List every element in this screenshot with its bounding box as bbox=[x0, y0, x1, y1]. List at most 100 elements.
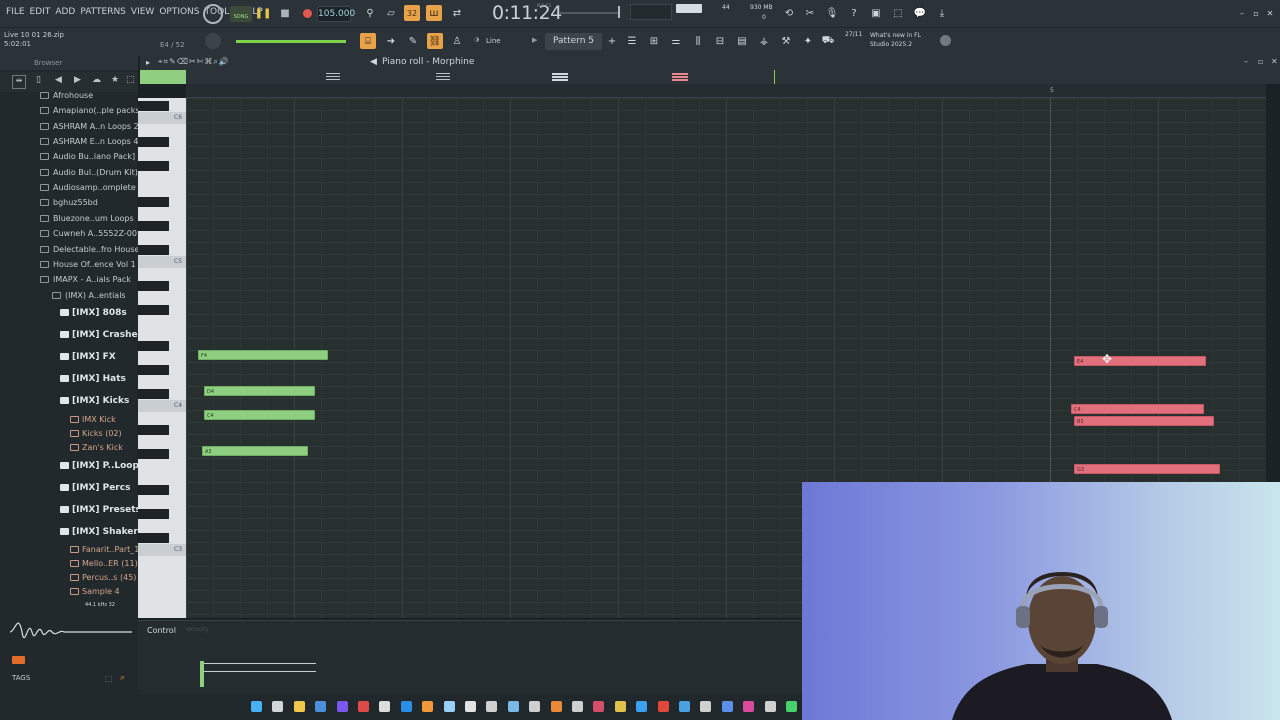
step-edit-button[interactable]: ш bbox=[426, 5, 442, 21]
time-display[interactable]: 0:11:24 bbox=[492, 2, 562, 24]
piano-keyboard[interactable]: C6 C5 C4 C3 bbox=[138, 98, 186, 618]
tools-icon[interactable]: ⚒ bbox=[778, 33, 794, 49]
taskbar-app-icon[interactable] bbox=[721, 701, 733, 712]
tags-label[interactable]: TAGS bbox=[12, 674, 30, 682]
browser-back-icon[interactable]: ◀ bbox=[55, 75, 62, 85]
black-key[interactable] bbox=[138, 197, 169, 207]
piano-roll-toggle-icon[interactable]: ⌸ bbox=[360, 33, 376, 49]
black-key[interactable] bbox=[138, 533, 169, 543]
tag-filter-icon[interactable]: ⬚ bbox=[105, 674, 113, 683]
taskbar-app-icon[interactable] bbox=[443, 701, 455, 712]
browser-folder[interactable]: Bluezone..um Loops bbox=[53, 212, 134, 226]
news-link[interactable]: What's new in FL Studio 2025.2 bbox=[870, 31, 940, 49]
taskbar-app-icon[interactable] bbox=[486, 701, 498, 712]
black-key[interactable] bbox=[138, 365, 169, 375]
menu-options[interactable]: OPTIONS bbox=[159, 7, 199, 17]
browser-folder[interactable]: (IMX) A..entials bbox=[65, 289, 126, 303]
taskbar-app-icon[interactable] bbox=[572, 701, 583, 712]
countdown-button[interactable]: 32 bbox=[404, 5, 420, 21]
pattern-selector[interactable]: Pattern 5 bbox=[545, 33, 602, 50]
taskbar-app-icon[interactable] bbox=[593, 701, 605, 712]
note-red[interactable]: E4 bbox=[1074, 356, 1206, 366]
undo-icon[interactable]: ⟲ bbox=[781, 5, 797, 21]
tempo-display[interactable]: 105.000 bbox=[317, 6, 355, 22]
cart-icon[interactable]: ⛟ bbox=[820, 33, 836, 49]
piano-roll-icon[interactable]: ⫼ bbox=[690, 33, 706, 49]
song-mode-button[interactable]: SONG bbox=[230, 6, 252, 22]
taskbar-app-icon[interactable] bbox=[550, 701, 562, 712]
black-key[interactable] bbox=[138, 245, 169, 255]
velocity-bar[interactable] bbox=[200, 661, 204, 687]
browser-file[interactable]: IMX Kick bbox=[82, 413, 116, 427]
taskbar-chrome-icon[interactable] bbox=[358, 701, 369, 712]
browser-file[interactable]: Fanarit..Part_1 bbox=[82, 543, 139, 557]
taskbar-edge-icon[interactable] bbox=[400, 701, 412, 712]
taskbar-app-icon[interactable] bbox=[657, 701, 669, 712]
browser-folder[interactable]: House Of..ence Vol 1 bbox=[53, 258, 136, 272]
snap-icon[interactable]: ◑ bbox=[474, 36, 479, 43]
taskbar-windows-icon[interactable] bbox=[251, 701, 262, 712]
plugin-database-icon[interactable]: ▤ bbox=[734, 33, 750, 49]
browser-star-icon[interactable]: ★ bbox=[111, 75, 119, 85]
tag-search-icon[interactable]: ⌕ bbox=[120, 673, 125, 683]
browser-favorite-icon[interactable]: ⬚ bbox=[126, 75, 135, 85]
master-pitch-slider[interactable] bbox=[560, 12, 620, 14]
menu-file[interactable]: FILE bbox=[6, 7, 25, 17]
browser-folder[interactable]: ASHRAM E..n Loops 4 bbox=[53, 135, 138, 149]
menu-edit[interactable]: EDIT bbox=[30, 7, 51, 17]
browser-collapse-icon[interactable]: ⇹ bbox=[12, 75, 26, 89]
taskbar-app-icon[interactable] bbox=[743, 701, 755, 712]
browser-folder[interactable]: ASHRAM A..n Loops 2 bbox=[53, 120, 139, 134]
channel-rack-icon[interactable]: ⊞ bbox=[646, 33, 662, 49]
browser-folder[interactable]: bghuz55bd bbox=[53, 196, 98, 210]
add-pattern-icon[interactable]: + bbox=[604, 33, 620, 49]
arrow-right-icon[interactable]: ➜ bbox=[383, 33, 399, 49]
browser-folder[interactable]: Afrohouse bbox=[53, 89, 93, 103]
play-button[interactable]: ❚❚ bbox=[255, 5, 272, 21]
menu-patterns[interactable]: PATTERNS bbox=[80, 7, 126, 17]
black-key[interactable] bbox=[138, 449, 169, 459]
black-key[interactable] bbox=[138, 485, 169, 495]
chat-icon[interactable]: 💬 bbox=[912, 5, 928, 21]
record-button[interactable] bbox=[299, 5, 315, 21]
note-green[interactable]: A3 bbox=[202, 446, 308, 456]
taskbar-app-icon[interactable] bbox=[786, 701, 797, 712]
cut-icon[interactable]: ✂ bbox=[802, 5, 818, 21]
pr-close-icon[interactable]: ✕ bbox=[1271, 57, 1278, 66]
taskbar-file-explorer-icon[interactable] bbox=[293, 701, 305, 712]
black-key[interactable] bbox=[138, 425, 169, 435]
browser-file[interactable]: Zan's Kick bbox=[82, 441, 123, 455]
browser-folder[interactable]: Amapiano(..ple packs bbox=[53, 104, 140, 118]
black-key[interactable] bbox=[138, 221, 169, 231]
download-icon[interactable]: ⤓ bbox=[934, 5, 950, 21]
browser-folder-imx[interactable]: [IMX] Percs bbox=[72, 481, 130, 495]
black-key[interactable] bbox=[138, 161, 169, 171]
browser-file[interactable]: Sample 4 bbox=[82, 585, 120, 599]
browser-folder[interactable]: Delectable..fro House bbox=[53, 243, 139, 257]
browser-folder[interactable]: Audio Bul..(Drum Kit) bbox=[53, 166, 138, 180]
pr-menu-icon[interactable]: ▸ bbox=[146, 58, 150, 67]
browser-folder-imx[interactable]: [IMX] P..Loops bbox=[72, 459, 144, 473]
browser-file[interactable]: Kicks (02) bbox=[82, 427, 122, 441]
stop-button[interactable]: ■ bbox=[277, 5, 293, 21]
taskbar-app-icon[interactable] bbox=[529, 701, 541, 712]
black-key[interactable] bbox=[138, 389, 169, 399]
browser-file-icon[interactable]: ▯ bbox=[36, 75, 41, 85]
taskbar-app-icon[interactable] bbox=[679, 701, 690, 712]
playlist-icon[interactable]: ☰ bbox=[624, 33, 640, 49]
browser-folder-imx[interactable]: [IMX] Presets bbox=[72, 503, 141, 517]
wait-input-button[interactable]: ⏥ bbox=[383, 5, 399, 21]
browser-folder-imx[interactable]: [IMX] Shakers bbox=[72, 525, 143, 539]
black-key[interactable] bbox=[138, 509, 169, 519]
browser-forward-icon[interactable]: ▶ bbox=[74, 75, 81, 85]
master-volume-slider[interactable] bbox=[236, 40, 346, 43]
black-key[interactable] bbox=[138, 281, 169, 291]
taskbar-app-icon[interactable] bbox=[379, 701, 391, 712]
master-volume-knob[interactable] bbox=[205, 33, 221, 49]
note-green[interactable]: D4 bbox=[204, 386, 315, 396]
plugin-picker-icon[interactable]: ⚶ bbox=[756, 33, 772, 49]
black-key[interactable] bbox=[138, 341, 169, 351]
help-icon[interactable]: ? bbox=[846, 5, 862, 21]
black-key[interactable] bbox=[138, 101, 169, 111]
taskbar-folder-icon[interactable] bbox=[315, 701, 327, 712]
